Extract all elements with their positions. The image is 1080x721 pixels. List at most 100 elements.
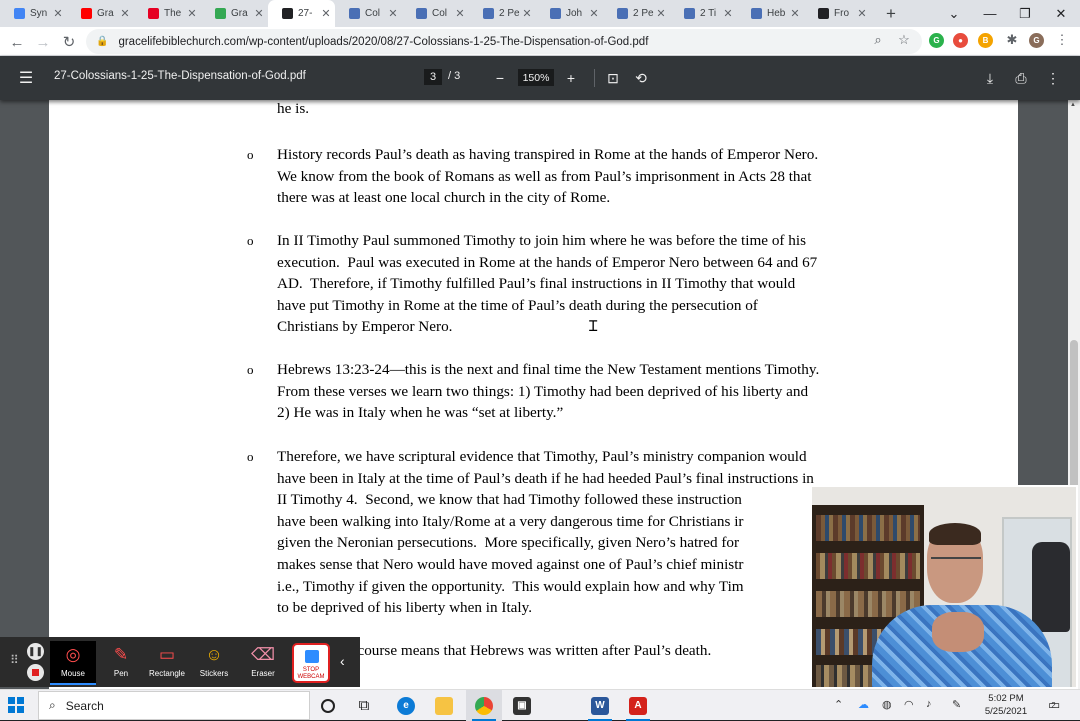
tool-pen[interactable]: ✎ Pen — [98, 641, 144, 685]
zoom-in-button[interactable]: + — [561, 68, 581, 88]
text-cursor-icon: Ɪ — [589, 319, 598, 336]
extensions-puzzle-icon[interactable]: ✱ — [1002, 30, 1022, 50]
close-tab-icon[interactable]: ✕ — [319, 7, 333, 20]
minimize-button[interactable]: — — [975, 0, 1005, 27]
zoom-out-button[interactable]: − — [490, 68, 510, 88]
browser-tab[interactable]: Fro ✕ — [804, 0, 871, 27]
browser-tab[interactable]: The ✕ — [134, 0, 201, 27]
profile-avatar[interactable]: G — [1029, 33, 1044, 48]
tool-stickers[interactable]: ☺ Stickers — [191, 641, 237, 685]
tab-search-icon[interactable]: ⌄ — [942, 0, 966, 27]
close-tab-icon[interactable]: ✕ — [654, 7, 668, 20]
edge-icon[interactable]: e — [388, 690, 424, 721]
text-line: execution. Paul was executed in Rome at … — [277, 253, 818, 271]
rotate-icon[interactable]: ⟲ — [631, 68, 651, 88]
bullet-marker: o — [247, 362, 254, 377]
browser-tab[interactable]: Col ✕ — [335, 0, 402, 27]
pdf-sidebar-menu-icon[interactable]: ☰ — [16, 68, 36, 88]
close-tab-icon[interactable]: ✕ — [51, 7, 65, 20]
browser-tab[interactable]: Gra ✕ — [201, 0, 268, 27]
page-total: / 3 — [448, 70, 460, 82]
show-hidden-icons[interactable]: ⌃ — [834, 698, 843, 711]
taskbar-search-box[interactable]: ⌕ Search — [38, 691, 310, 720]
close-tab-icon[interactable]: ✕ — [252, 7, 266, 20]
store-icon[interactable]: ▣ — [504, 690, 540, 721]
tool-rectangle[interactable]: ▭ Rectangle — [144, 641, 190, 685]
fit-to-page-icon[interactable]: ⊡ — [603, 68, 623, 88]
bookmark-star-icon[interactable]: ☆ — [894, 30, 914, 50]
close-tab-icon[interactable]: ✕ — [721, 7, 735, 20]
stop-webcam-button[interactable]: STOP WEBCAM — [292, 643, 330, 683]
close-tab-icon[interactable]: ✕ — [185, 7, 199, 20]
webcam-overlay[interactable] — [810, 485, 1078, 689]
presenter-hands — [932, 612, 984, 652]
close-window-button[interactable]: ✕ — [1046, 0, 1076, 27]
back-button[interactable]: ← — [6, 31, 28, 53]
acrobat-icon[interactable]: A — [620, 690, 656, 721]
new-tab-button[interactable]: + — [877, 0, 905, 27]
browser-tab[interactable]: 2 Pe ✕ — [469, 0, 536, 27]
browser-tab[interactable]: 27- ✕ — [268, 0, 335, 27]
close-tab-icon[interactable]: ✕ — [587, 7, 601, 20]
tab-title: Fro — [834, 8, 849, 19]
omnibox[interactable]: 🔒 gracelifebiblechurch.com/wp-content/up… — [86, 29, 922, 54]
grammarly-extension-icon[interactable]: G — [929, 33, 944, 48]
file-explorer-icon[interactable] — [426, 690, 462, 721]
cortana-icon[interactable] — [310, 690, 346, 721]
youtube-icon — [81, 8, 92, 19]
volume-icon[interactable]: ♪ — [926, 698, 932, 710]
text-line: We know from the book of Romans as well … — [277, 167, 812, 185]
reload-button[interactable]: ↻ — [58, 31, 80, 53]
browser-tab[interactable]: Joh ✕ — [536, 0, 603, 27]
close-tab-icon[interactable]: ✕ — [520, 7, 534, 20]
collapse-toolbar-icon[interactable]: ‹ — [340, 653, 345, 669]
close-tab-icon[interactable]: ✕ — [118, 7, 132, 20]
zoom-icon[interactable]: ⌕ — [868, 30, 888, 50]
tool-eraser[interactable]: ⌫ Eraser — [240, 641, 286, 685]
bullet-paragraph: Hebrews 13:23-24—this is the next and fi… — [277, 359, 907, 424]
close-tab-icon[interactable]: ✕ — [855, 7, 869, 20]
recorder-extension-icon[interactable]: ● — [953, 33, 968, 48]
notification-center-icon[interactable]: ▭2 — [1048, 697, 1065, 713]
pdf-more-menu-icon[interactable]: ⋮ — [1043, 68, 1063, 88]
wifi-icon[interactable]: ◠ — [904, 698, 914, 711]
scroll-up-icon[interactable]: ▲ — [1070, 102, 1076, 108]
pen-icon: ✎ — [113, 645, 129, 664]
chrome-icon[interactable] — [466, 690, 502, 721]
tool-label: Pen — [113, 669, 129, 678]
tab-title: Heb — [767, 8, 786, 19]
browser-tab[interactable]: Heb ✕ — [737, 0, 804, 27]
windows-start-button[interactable] — [8, 697, 24, 713]
b-extension-icon[interactable]: B — [978, 33, 993, 48]
pen-workspace-icon[interactable]: ✎ — [952, 698, 961, 711]
browser-tab[interactable]: Syn ✕ — [0, 0, 67, 27]
close-tab-icon[interactable]: ✕ — [386, 7, 400, 20]
forward-button[interactable]: → — [32, 31, 54, 53]
system-clock[interactable]: 5:02 PM 5/25/2021 — [976, 692, 1036, 718]
print-icon[interactable]: ⎙ — [1011, 68, 1031, 88]
browser-tab[interactable]: Col ✕ — [402, 0, 469, 27]
network-icon[interactable]: ◍ — [882, 698, 892, 711]
word-icon[interactable]: W — [582, 690, 618, 721]
browser-tab[interactable]: 2 Pe ✕ — [603, 0, 670, 27]
text-line: Therefore, we have scriptural evidence t… — [277, 448, 807, 465]
task-view-icon[interactable]: ⧉ — [346, 690, 382, 721]
close-tab-icon[interactable]: ✕ — [788, 7, 802, 20]
pdf-tab-icon — [818, 8, 829, 19]
pause-recording-button[interactable]: ❚❚ — [27, 643, 44, 660]
tool-mouse[interactable]: ◎ Mouse — [50, 641, 96, 685]
restore-button[interactable]: ❐ — [1010, 0, 1040, 27]
address-bar-row: ← → ↻ 🔒 gracelifebiblechurch.com/wp-cont… — [0, 27, 1080, 56]
stop-recording-button[interactable] — [27, 664, 44, 681]
page-separator: / — [448, 70, 452, 82]
drag-handle-icon[interactable]: ⠿ — [10, 653, 19, 667]
download-icon[interactable]: ⤓ — [980, 68, 1000, 88]
close-tab-icon[interactable]: ✕ — [453, 7, 467, 20]
zoom-level-input[interactable]: 150% — [518, 69, 554, 86]
browser-tab[interactable]: 2 Ti ✕ — [670, 0, 737, 27]
browser-menu-icon[interactable]: ⋮ — [1052, 30, 1072, 50]
onedrive-icon[interactable]: ☁ — [858, 698, 869, 711]
browser-tab[interactable]: Gra ✕ — [67, 0, 134, 27]
page-number-input[interactable]: 3 — [424, 69, 442, 85]
webcam-icon — [305, 650, 319, 663]
